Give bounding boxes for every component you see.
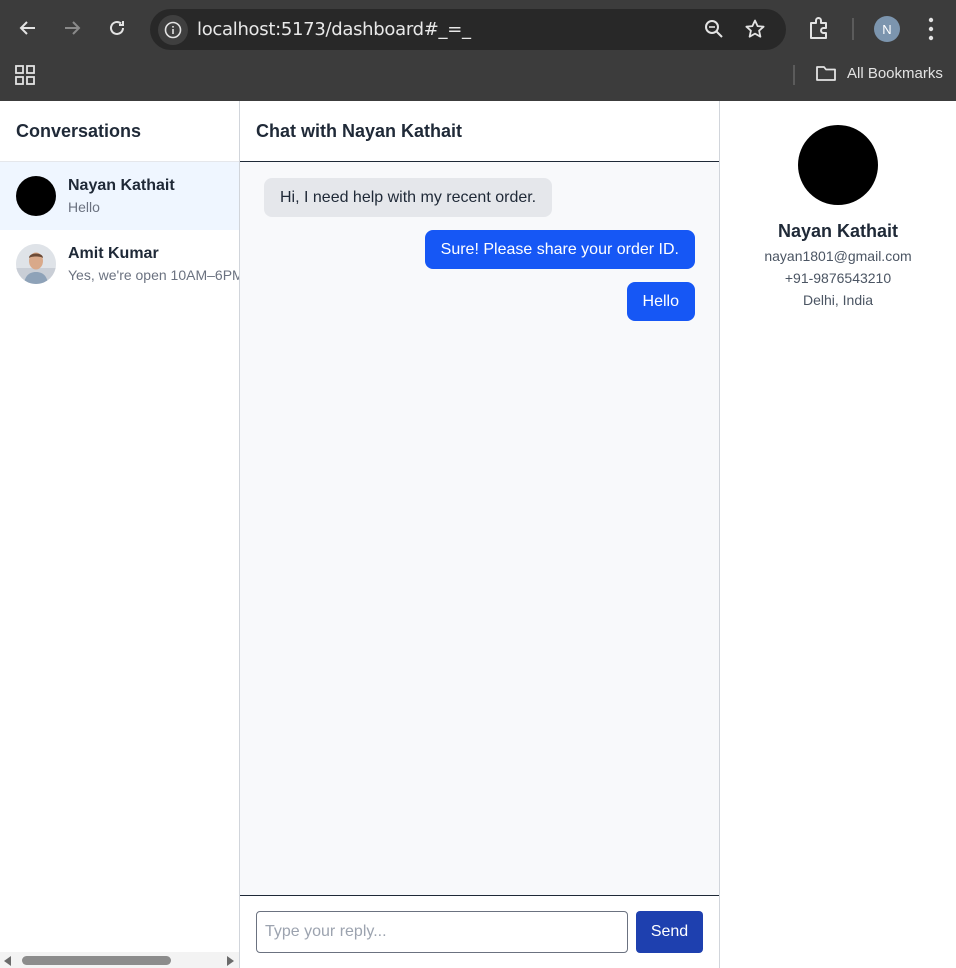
message-list: Hi, I need help with my recent order. Su… bbox=[240, 162, 719, 895]
message-bubble-outgoing: Hello bbox=[626, 282, 695, 321]
all-bookmarks-label: All Bookmarks bbox=[847, 64, 943, 82]
profile-initial: N bbox=[882, 21, 892, 37]
conversation-item-nayan-kathait[interactable]: Nayan Kathait Hello bbox=[0, 162, 239, 230]
conversations-sidebar: Conversations Nayan Kathait Hello Amit K… bbox=[0, 101, 240, 968]
scroll-right-icon[interactable] bbox=[227, 956, 234, 966]
reply-composer: Send bbox=[240, 895, 719, 968]
all-bookmarks-button[interactable]: All Bookmarks bbox=[815, 64, 943, 82]
avatar bbox=[16, 176, 56, 216]
profile-phone: +91-9876543210 bbox=[784, 270, 892, 286]
back-arrow-icon bbox=[19, 21, 35, 35]
forward-button[interactable] bbox=[56, 12, 88, 44]
chat-panel: Chat with Nayan Kathait Hi, I need help … bbox=[240, 101, 720, 968]
apps-grid-icon[interactable] bbox=[14, 64, 36, 91]
send-button[interactable]: Send bbox=[636, 911, 703, 953]
conversation-name: Nayan Kathait bbox=[68, 177, 175, 194]
profile-location: Delhi, India bbox=[802, 292, 874, 308]
menu-kebab-icon[interactable] bbox=[920, 14, 942, 49]
address-bar[interactable]: localhost:5173/dashboard#_=_ bbox=[150, 9, 786, 50]
reload-icon bbox=[110, 20, 124, 35]
person-photo-icon bbox=[16, 244, 56, 284]
message-bubble-incoming: Hi, I need help with my recent order. bbox=[264, 178, 553, 217]
conversation-name: Amit Kumar bbox=[68, 245, 159, 262]
profile-email: nayan1801@gmail.com bbox=[764, 248, 912, 264]
profile-avatar-button[interactable]: N bbox=[874, 16, 900, 42]
folder-icon bbox=[816, 66, 836, 81]
zoom-icon[interactable] bbox=[703, 18, 725, 45]
horizontal-scrollbar[interactable] bbox=[0, 952, 239, 968]
conversation-item-amit-kumar[interactable]: Amit Kumar Yes, we're open 10AM–6PM bbox=[0, 230, 239, 298]
back-button[interactable] bbox=[12, 12, 44, 44]
profile-avatar bbox=[798, 125, 878, 205]
sidebar-title: Conversations bbox=[0, 101, 239, 162]
reply-input[interactable] bbox=[256, 911, 628, 953]
conversation-last-message: Hello bbox=[68, 199, 100, 215]
conversation-last-message: Yes, we're open 10AM–6PM bbox=[68, 267, 240, 283]
profile-name: Nayan Kathait bbox=[777, 221, 899, 241]
toolbar-divider bbox=[852, 18, 854, 40]
bookmarks-divider bbox=[793, 65, 795, 85]
message-bubble-outgoing: Sure! Please share your order ID. bbox=[424, 230, 695, 269]
scrollbar-thumb[interactable] bbox=[22, 956, 171, 965]
forward-arrow-icon bbox=[65, 21, 81, 35]
extensions-puzzle-icon[interactable] bbox=[806, 15, 832, 46]
dashboard: Conversations Nayan Kathait Hello Amit K… bbox=[0, 101, 956, 968]
bookmark-star-icon[interactable] bbox=[744, 18, 766, 45]
reload-button[interactable] bbox=[101, 12, 133, 44]
url-text: localhost:5173/dashboard#_=_ bbox=[197, 19, 471, 40]
avatar bbox=[16, 244, 56, 284]
site-info-icon[interactable] bbox=[158, 15, 188, 45]
browser-chrome: localhost:5173/dashboard#_=_ N All Bookm… bbox=[0, 0, 956, 101]
customer-profile-panel: Nayan Kathait nayan1801@gmail.com +91-98… bbox=[720, 101, 956, 968]
chat-title: Chat with Nayan Kathait bbox=[240, 101, 719, 162]
scroll-left-icon[interactable] bbox=[4, 956, 11, 966]
